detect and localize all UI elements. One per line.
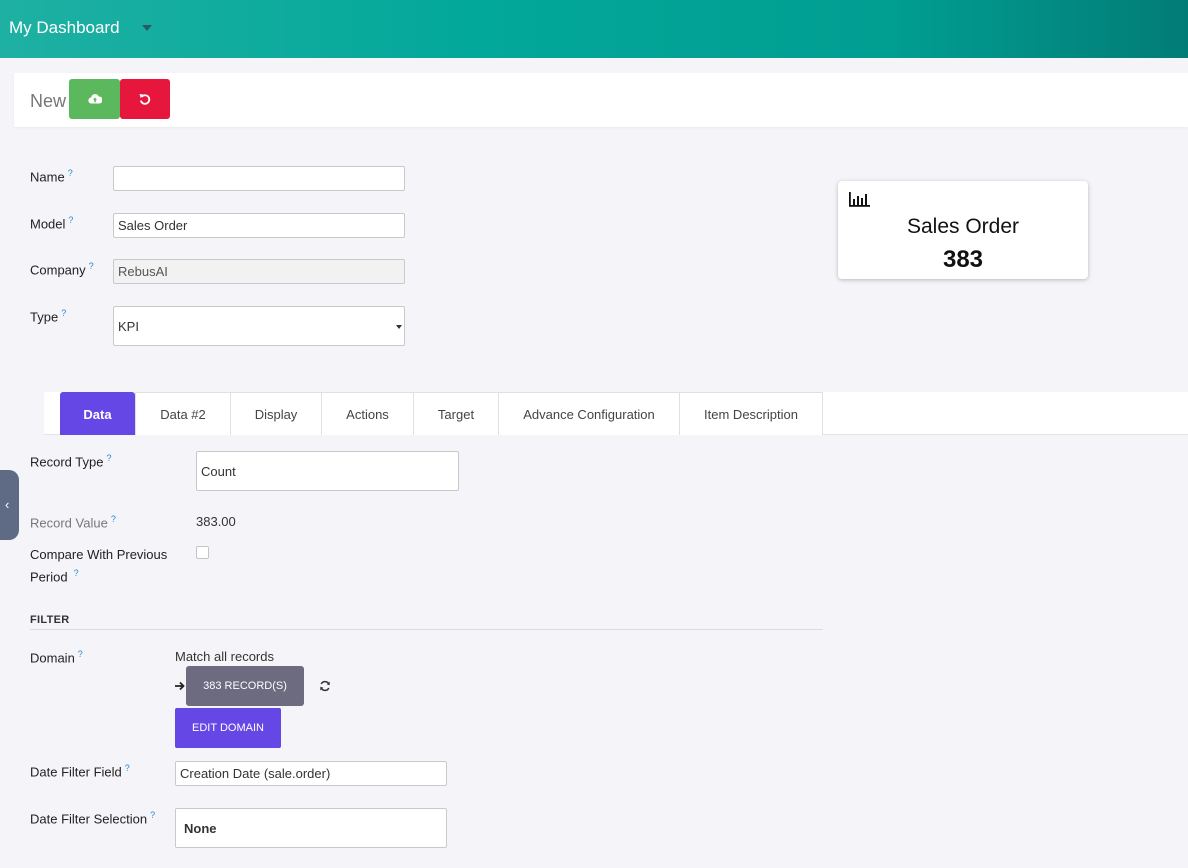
compare-previous-checkbox[interactable]	[196, 546, 209, 559]
tab-data[interactable]: Data	[60, 392, 135, 435]
tab-target[interactable]: Target	[413, 392, 499, 435]
tab-display[interactable]: Display	[230, 392, 322, 435]
date-filter-selection-label: Date Filter Selection?	[30, 810, 156, 827]
notebook-tabs: Data Data #2 Display Actions Target Adva…	[44, 392, 1188, 435]
discard-button[interactable]	[120, 79, 170, 119]
dashboard-dropdown-icon[interactable]	[142, 25, 152, 31]
tab-actions[interactable]: Actions	[321, 392, 414, 435]
kpi-name: Sales Order	[906, 215, 1020, 238]
company-field: RebusAI	[113, 259, 405, 284]
help-icon[interactable]: ?	[78, 649, 83, 659]
date-filter-field-label: Date Filter Field?	[30, 763, 130, 780]
arrow-right-icon	[175, 681, 185, 691]
date-filter-field[interactable]: Creation Date (sale.order)	[175, 761, 447, 786]
sidebar-toggle[interactable]: ‹	[0, 470, 19, 540]
help-icon[interactable]: ?	[74, 568, 79, 578]
name-label: Name?	[30, 168, 73, 185]
save-button[interactable]	[69, 79, 120, 119]
tab-advance-configuration[interactable]: Advance Configuration	[498, 392, 680, 435]
company-label: Company?	[30, 261, 94, 278]
refresh-icon[interactable]	[319, 680, 331, 692]
kpi-value: 383	[942, 246, 984, 273]
model-label: Model?	[30, 215, 74, 232]
record-type-label: Record Type?	[30, 453, 112, 470]
help-icon[interactable]: ?	[125, 763, 130, 773]
domain-records-button[interactable]: 383 RECORD(S)	[186, 666, 304, 706]
top-bar: My Dashboard	[0, 0, 1188, 58]
control-panel: New	[14, 73, 1188, 127]
record-value: 383.00	[196, 514, 236, 529]
edit-domain-button[interactable]: EDIT DOMAIN	[175, 708, 281, 748]
bar-chart-icon	[849, 192, 870, 207]
date-filter-selection[interactable]: None	[175, 808, 447, 848]
help-icon[interactable]: ?	[68, 215, 73, 225]
kpi-preview-card: Sales Order 383	[838, 181, 1088, 279]
domain-match-text: Match all records	[175, 649, 274, 664]
tab-item-description[interactable]: Item Description	[679, 392, 823, 435]
help-icon[interactable]: ?	[61, 308, 66, 318]
chevron-down-icon	[396, 325, 402, 329]
model-field[interactable]: Sales Order	[113, 213, 405, 238]
name-field[interactable]	[113, 166, 405, 191]
record-type-select[interactable]: Count	[196, 451, 459, 491]
type-label: Type?	[30, 308, 67, 325]
help-icon[interactable]: ?	[150, 810, 155, 820]
help-icon[interactable]: ?	[68, 168, 73, 178]
record-value-label: Record Value?	[30, 514, 116, 531]
filter-section-title: FILTER	[30, 614, 823, 630]
chevron-left-icon: ‹	[5, 497, 10, 512]
breadcrumb: New	[30, 91, 67, 111]
domain-label: Domain?	[30, 649, 83, 666]
type-select[interactable]: KPI	[113, 306, 405, 346]
cloud-upload-icon	[87, 94, 102, 104]
tab-data-2[interactable]: Data #2	[135, 392, 231, 435]
help-icon[interactable]: ?	[106, 453, 111, 463]
undo-icon	[139, 94, 151, 105]
type-select-value: KPI	[118, 318, 139, 334]
help-icon[interactable]: ?	[89, 261, 94, 271]
compare-previous-label: Compare With Previous Period?	[30, 547, 168, 585]
dashboard-title[interactable]: My Dashboard	[9, 18, 120, 38]
help-icon[interactable]: ?	[111, 514, 116, 524]
